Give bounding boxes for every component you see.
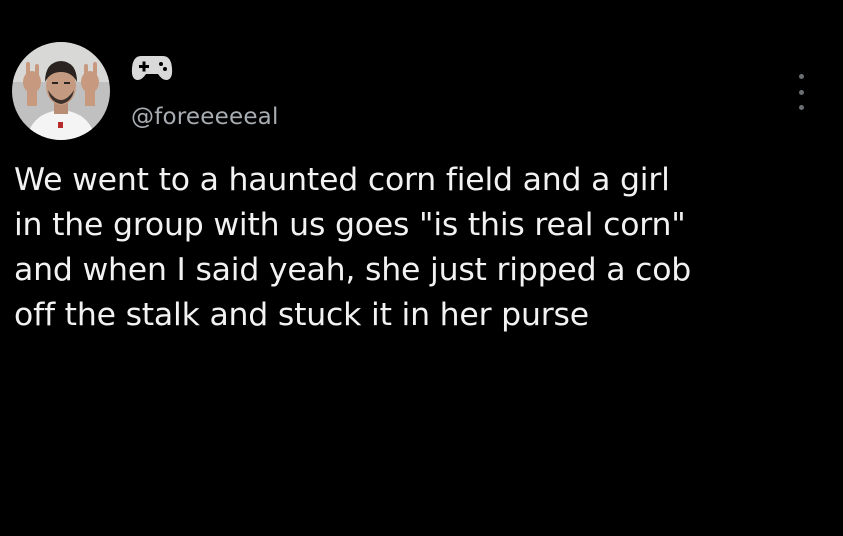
gamepad-icon — [131, 54, 173, 82]
more-dot — [798, 105, 804, 110]
more-dot — [798, 89, 804, 95]
user-handle[interactable]: @foreeeeeal — [131, 104, 279, 130]
avatar-image — [12, 42, 110, 140]
more-options-icon[interactable] — [790, 70, 812, 114]
avatar[interactable] — [12, 42, 110, 140]
more-dot — [798, 74, 804, 79]
tweet-card: @foreeeeeal We went to a haunted corn fi… — [0, 0, 843, 536]
tweet-text: We went to a haunted corn field and a gi… — [14, 162, 692, 333]
